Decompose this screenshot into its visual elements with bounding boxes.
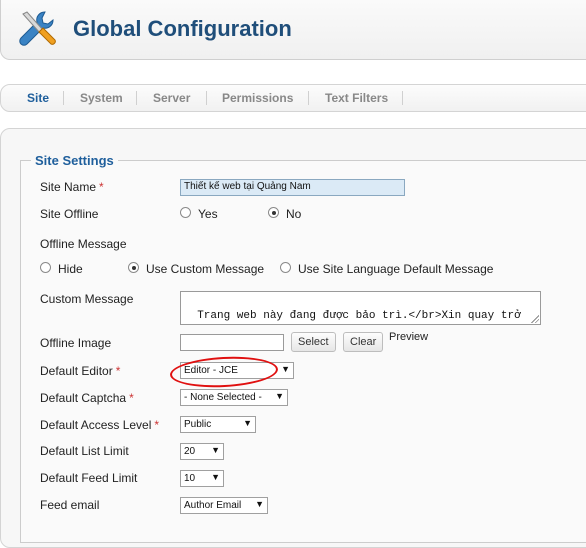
default-captcha-value: - None Selected - [184, 392, 262, 403]
offline-message-hide-radio[interactable] [40, 262, 51, 273]
tab-separator [206, 91, 207, 105]
tools-icon [19, 11, 56, 46]
tab-site[interactable]: Site [27, 91, 49, 105]
default-list-limit-value: 20 [184, 446, 196, 457]
offline-message-default-label: Use Site Language Default Message [298, 262, 494, 276]
site-offline-label: Site Offline [40, 207, 99, 221]
custom-message-textarea[interactable]: Trang web này đang được bảo trì.</br>Xin… [180, 291, 541, 325]
config-tabs: Site System Server Permissions Text Filt… [0, 84, 586, 112]
preview-label: Preview [389, 331, 429, 343]
dropdown-arrow-icon: ▼ [275, 391, 284, 401]
custom-message-text: Trang web này đang được bảo trì.</br>Xin… [197, 310, 521, 322]
default-feed-limit-value: 10 [184, 473, 196, 484]
site-name-input[interactable]: Thiết kế web tại Quảng Nam [180, 179, 405, 196]
required-marker: * [99, 180, 104, 194]
dropdown-arrow-icon: ▼ [211, 445, 220, 455]
offline-image-label: Offline Image [40, 336, 112, 350]
offline-message-custom-radio[interactable] [128, 262, 139, 273]
tab-permissions[interactable]: Permissions [222, 91, 293, 105]
default-feed-limit-label: Default Feed Limit [40, 471, 138, 485]
dropdown-arrow-icon: ▼ [211, 472, 220, 482]
required-marker: * [154, 418, 160, 432]
feed-email-value: Author Email [184, 500, 242, 511]
required-marker: * [129, 391, 134, 405]
page-header: Global Configuration [0, 0, 586, 60]
offline-image-input[interactable] [180, 334, 284, 351]
custom-message-label: Custom Message [40, 292, 134, 306]
clear-image-button[interactable]: Clear [343, 332, 384, 352]
dropdown-arrow-icon: ▼ [281, 364, 290, 374]
default-access-level-label: Default Access Level * [40, 418, 160, 432]
tab-server[interactable]: Server [153, 91, 190, 105]
offline-message-label: Offline Message [40, 237, 127, 251]
site-offline-yes-label: Yes [198, 207, 218, 221]
tab-separator [308, 91, 309, 105]
default-captcha-select[interactable]: - None Selected - ▼ [180, 389, 288, 406]
offline-message-hide-label: Hide [58, 262, 83, 276]
site-settings-legend: Site Settings [35, 153, 114, 168]
site-offline-no-radio[interactable] [268, 207, 279, 218]
tab-system[interactable]: System [80, 91, 123, 105]
feed-email-label: Feed email [40, 498, 100, 512]
default-editor-select[interactable]: Editor - JCE ▼ [180, 362, 294, 379]
default-list-limit-label: Default List Limit [40, 444, 129, 458]
dropdown-arrow-icon: ▼ [243, 418, 252, 428]
site-offline-no-label: No [286, 207, 302, 221]
select-image-button[interactable]: Select [291, 332, 336, 352]
required-marker: * [115, 364, 121, 378]
default-editor-value: Editor - JCE [184, 365, 238, 376]
default-list-limit-select[interactable]: 20 ▼ [180, 443, 224, 460]
site-offline-yes-radio[interactable] [180, 207, 191, 218]
offline-message-default-radio[interactable] [280, 262, 291, 273]
tab-separator [402, 91, 403, 105]
default-feed-limit-select[interactable]: 10 ▼ [180, 470, 224, 487]
feed-email-select[interactable]: Author Email ▼ [180, 497, 268, 514]
default-access-level-value: Public [184, 419, 212, 430]
resize-grip-icon[interactable] [531, 315, 539, 323]
tab-text-filters[interactable]: Text Filters [325, 91, 388, 105]
default-access-level-select[interactable]: Public ▼ [180, 416, 256, 433]
dropdown-arrow-icon: ▼ [255, 499, 264, 509]
default-editor-label: Default Editor * [40, 364, 121, 378]
default-captcha-label: Default Captcha * [40, 391, 134, 405]
site-name-label: Site Name * [40, 180, 104, 194]
offline-message-custom-label: Use Custom Message [146, 262, 265, 276]
tab-separator [63, 91, 64, 105]
page-title: Global Configuration [73, 16, 292, 41]
tab-separator [136, 91, 137, 105]
